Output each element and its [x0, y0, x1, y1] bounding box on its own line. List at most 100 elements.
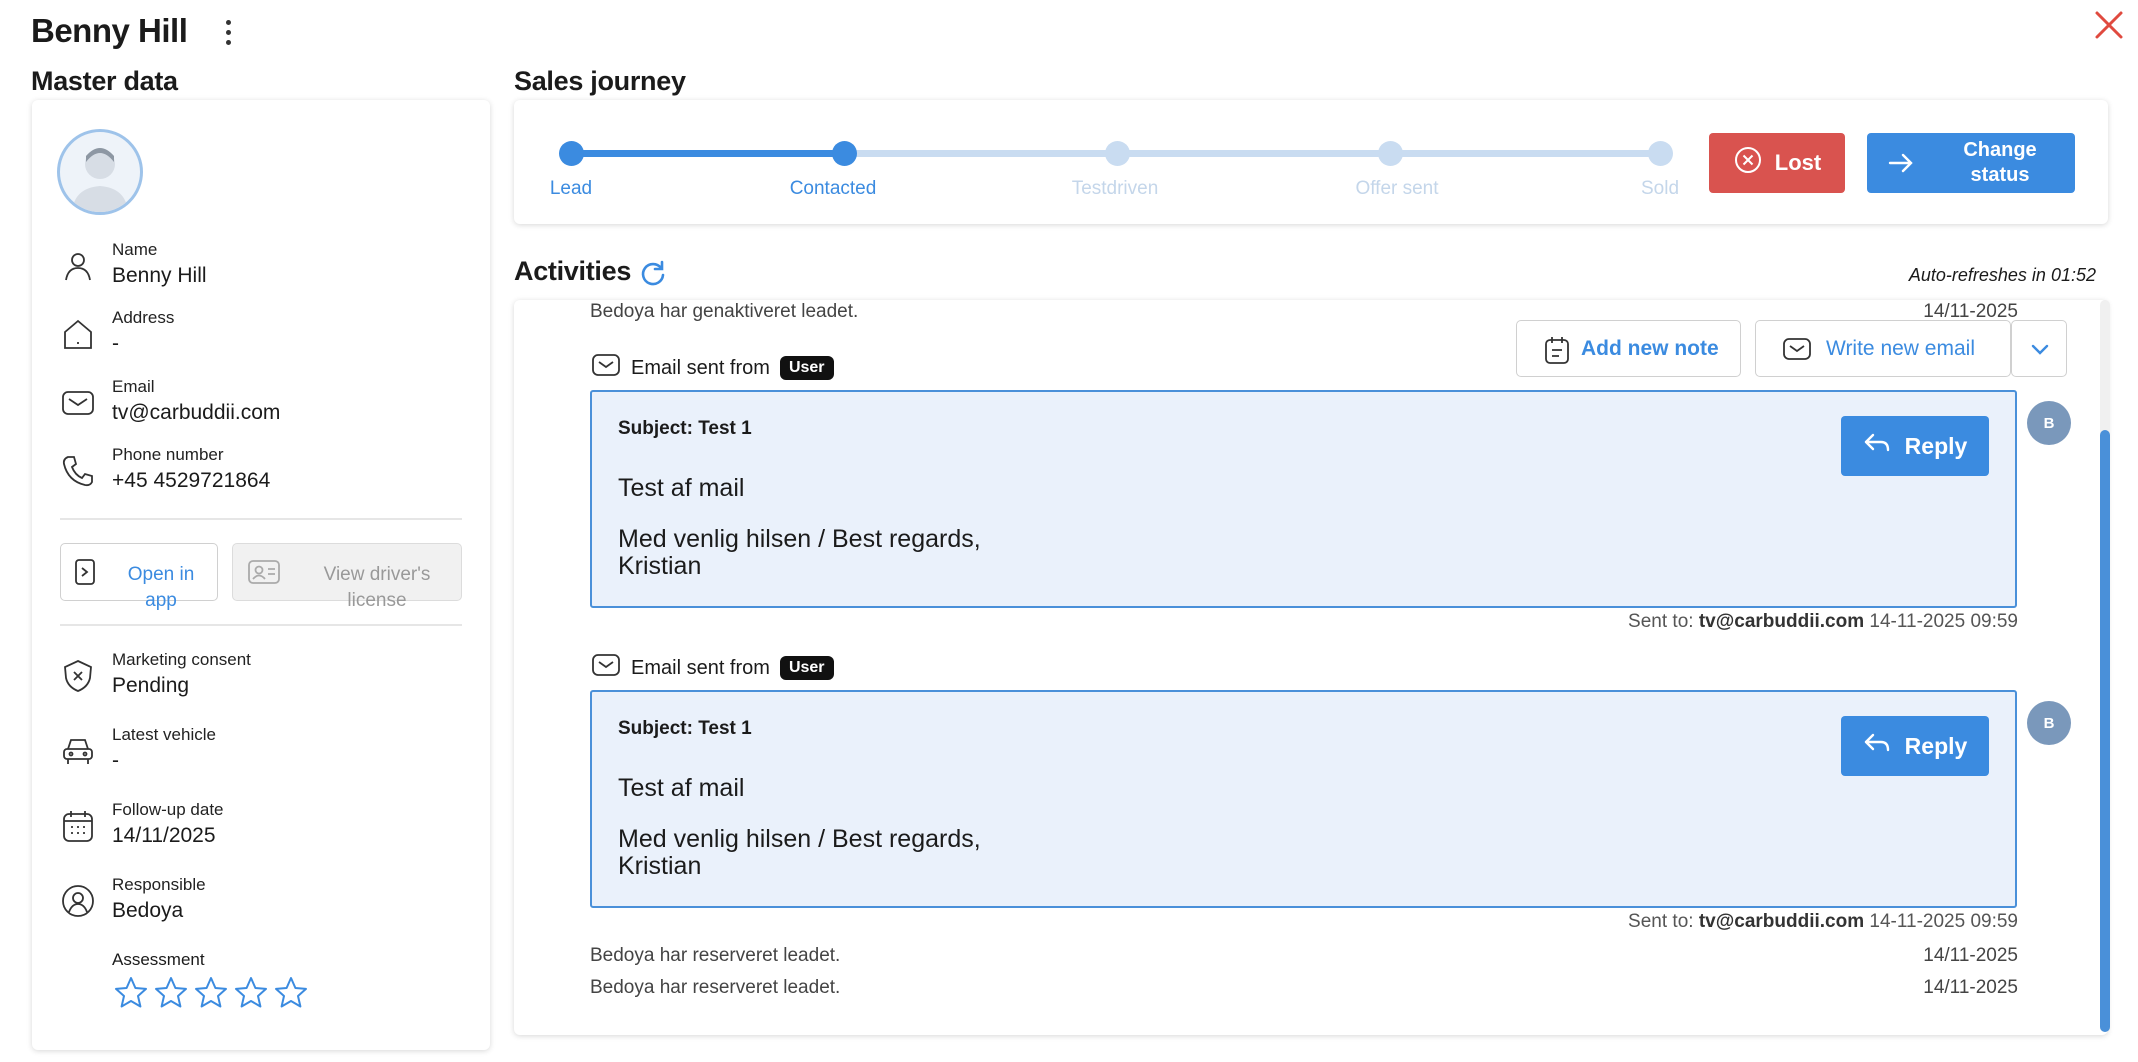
phone-icon [60, 453, 96, 489]
reply-button[interactable]: Reply [1841, 716, 1989, 776]
star-icon[interactable] [233, 975, 269, 1011]
sent-to-prefix: Sent to: [1628, 611, 1694, 632]
write-new-email-button[interactable]: Write new email [1755, 320, 2011, 377]
field-label: Phone number [112, 445, 224, 464]
email-sent-header: Email sent from User [591, 652, 834, 684]
reply-icon [1863, 731, 1891, 761]
mail-icon [1782, 336, 1812, 367]
field-responsible: Responsible Bedoya [60, 875, 480, 935]
stage-dot-lead[interactable] [559, 141, 584, 166]
sender-avatar: B [2027, 401, 2071, 445]
stage-label-testdriven: Testdriven [1071, 178, 1159, 199]
field-latest-vehicle: Latest vehicle - [60, 725, 480, 785]
star-icon[interactable] [273, 975, 309, 1011]
assessment-label: Assessment [112, 950, 205, 969]
stage-dot-sold[interactable] [1648, 141, 1673, 166]
reply-label: Reply [1904, 432, 1968, 459]
user-badge: User [779, 656, 834, 680]
field-label: Email [112, 377, 155, 396]
stage-label-contacted: Contacted [789, 178, 877, 199]
view-license-label: View driver's license [323, 564, 431, 611]
field-marketing-consent: Marketing consent Pending [60, 650, 480, 710]
change-status-label-line2: status [1970, 164, 2030, 186]
user-circle-icon [60, 883, 96, 919]
master-data-title: Master data [31, 66, 178, 96]
field-email: Email tv@carbuddii.com [60, 377, 480, 437]
note-icon [1543, 335, 1571, 370]
change-status-button[interactable]: Change status [1867, 133, 2075, 193]
field-value[interactable]: tv@carbuddii.com [112, 401, 280, 425]
field-label: Latest vehicle [112, 725, 216, 744]
email-signature: Med venlig hilsen / Best regards, Kristi… [618, 826, 981, 880]
email-signature-name: Kristian [618, 852, 702, 880]
star-icon[interactable] [153, 975, 189, 1011]
sent-to-address: tv@carbuddii.com [1698, 611, 1865, 632]
app-icon [73, 558, 97, 591]
field-address: Address - [60, 308, 480, 368]
add-new-note-button[interactable]: Add new note [1516, 320, 1741, 377]
auto-refresh-countdown: Auto-refreshes in 01:52 [1908, 265, 2096, 285]
field-value[interactable]: 14/11/2025 [112, 824, 216, 848]
more-options-icon[interactable] [218, 16, 238, 48]
add-new-note-label: Add new note [1581, 337, 1719, 360]
field-label: Name [112, 240, 158, 259]
sent-at-time: 14-11-2025 09:59 [1869, 911, 2018, 932]
divider [60, 624, 462, 626]
stage-dot-testdriven[interactable] [1105, 141, 1130, 166]
sent-at-time: 14-11-2025 09:59 [1869, 611, 2018, 632]
car-icon [60, 733, 96, 769]
field-label: Responsible [112, 875, 206, 894]
field-phone: Phone number +45 4529721864 [60, 445, 480, 505]
sent-to-address: tv@carbuddii.com [1698, 911, 1865, 932]
field-value[interactable]: Bedoya [112, 899, 183, 923]
close-icon[interactable] [2092, 8, 2126, 42]
email-signature: Med venlig hilsen / Best regards, Kristi… [618, 526, 981, 580]
activity-log-text: Bedoya har genaktiveret leadet. [590, 301, 859, 322]
star-icon[interactable] [193, 975, 229, 1011]
refresh-icon[interactable] [639, 259, 667, 287]
home-icon [60, 316, 96, 352]
divider [60, 518, 462, 520]
stage-label-lead: Lead [549, 178, 593, 199]
chevron-down-icon [2029, 340, 2051, 363]
email-subject: Subject: Test 1 [618, 718, 752, 739]
stage-progress-pending [844, 150, 1660, 157]
lost-button[interactable]: Lost [1709, 133, 1845, 193]
email-sent-header: Email sent from User [591, 352, 834, 384]
email-sent-meta: Sent to: tv@carbuddii.com 14-11-2025 09:… [1628, 911, 2018, 933]
stage-dot-contacted[interactable] [832, 141, 857, 166]
activity-log-date: 14/11-2025 [1923, 945, 2018, 966]
email-message: Subject: Test 1 Test af mail Med venlig … [590, 390, 2017, 608]
email-sent-from-label: Email sent from [631, 356, 770, 379]
field-value: - [112, 332, 119, 355]
open-in-app-label: Open in app [127, 564, 195, 611]
scrollbar-thumb[interactable] [2100, 430, 2110, 1032]
id-card-icon [247, 558, 281, 591]
email-sent-meta: Sent to: tv@carbuddii.com 14-11-2025 09:… [1628, 611, 2018, 633]
field-name: Name Benny Hill [60, 240, 480, 300]
email-body-line: Test af mail [618, 774, 745, 802]
reply-button[interactable]: Reply [1841, 416, 1989, 476]
activity-log-text: Bedoya har reserveret leadet. [590, 977, 841, 998]
email-subject: Subject: Test 1 [618, 418, 752, 439]
field-label: Address [112, 308, 175, 327]
shield-x-icon [60, 658, 96, 694]
sent-to-prefix: Sent to: [1628, 911, 1694, 932]
mail-icon [591, 652, 621, 684]
person-icon [60, 248, 96, 284]
avatar [57, 129, 143, 215]
star-icon[interactable] [113, 975, 149, 1011]
activities-title: Activities [514, 256, 632, 286]
email-options-dropdown[interactable] [2011, 320, 2067, 377]
view-drivers-license-button[interactable]: View driver's license [232, 543, 462, 611]
page-title: Benny Hill [31, 12, 188, 49]
email-signature-name: Kristian [618, 552, 702, 580]
x-circle-icon [1733, 145, 1763, 181]
assessment-rating[interactable] [113, 975, 309, 1011]
stage-dot-offer-sent[interactable] [1378, 141, 1403, 166]
open-in-app-button[interactable]: Open in app [60, 543, 218, 611]
mail-icon [591, 352, 621, 384]
field-value[interactable]: +45 4529721864 [112, 469, 270, 493]
sender-avatar: B [2027, 701, 2071, 745]
reply-label: Reply [1904, 732, 1968, 759]
